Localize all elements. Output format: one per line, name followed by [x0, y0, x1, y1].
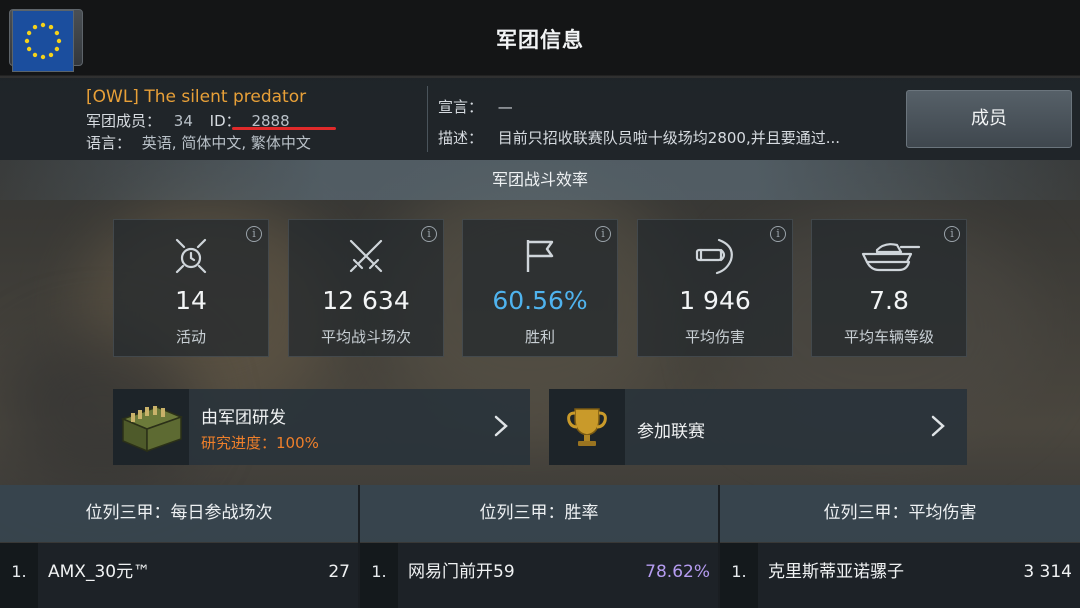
declaration-line: 宣言： —	[438, 96, 513, 117]
stat-label: 平均伤害	[684, 328, 745, 346]
divider	[427, 86, 428, 152]
shell-shield-icon	[695, 238, 733, 275]
members-label: 军团成员：	[86, 112, 162, 130]
player-name: 网易门前开59	[408, 562, 515, 582]
column-divider	[358, 485, 360, 608]
leaderboard-winrate-title: 位列三甲：胜率	[360, 485, 718, 542]
description-line: 描述： 目前只招收联赛队员啦十级场均2800,并且要通过...	[438, 127, 840, 148]
tank-icon	[861, 243, 921, 272]
stat-value: 7.8	[869, 286, 909, 315]
stat-value: 60.56%	[492, 286, 588, 315]
leaderboard-row[interactable]: 1. 网易门前开59 78.62%	[360, 543, 718, 608]
trophy-thumb	[549, 389, 625, 465]
rank-number: 1.	[0, 543, 38, 608]
stat-label: 平均车辆等级	[843, 328, 934, 346]
stat-card-avg-tier[interactable]: i 7.8 平均车辆等级	[811, 219, 967, 357]
members-button[interactable]: 成员	[906, 90, 1072, 148]
language-value: 英语, 简体中文, 繁体中文	[141, 134, 311, 152]
stat-label: 胜利	[524, 328, 555, 346]
chevron-right-icon	[494, 415, 508, 437]
column-divider	[718, 485, 720, 608]
stat-value: 12 634	[322, 286, 410, 315]
section-header: 军团战斗效率	[0, 160, 1080, 200]
trophy-icon	[567, 408, 607, 446]
leaderboard-row[interactable]: 1. AMX_30元™ 27	[0, 543, 358, 608]
leaderboard-daily-battles-title: 位列三甲：每日参战场次	[0, 485, 358, 542]
flag-icon	[526, 240, 554, 272]
clan-language-line: 语言： 英语, 简体中文, 繁体中文	[86, 132, 311, 153]
stat-card-avg-battles[interactable]: i 12 634 平均战斗场次	[288, 219, 444, 357]
activity-icon	[175, 238, 207, 274]
page-title: 军团信息	[496, 28, 584, 52]
clan-research-row[interactable]: 由军团研发 研究进度：100%	[113, 389, 530, 465]
stat-value: 1 946	[679, 286, 751, 315]
description-label: 描述：	[438, 129, 484, 147]
join-league-row[interactable]: 参加联赛	[549, 389, 967, 465]
declaration-label: 宣言：	[438, 98, 484, 116]
stat-card-avg-damage[interactable]: i 1 946 平均伤害	[637, 219, 793, 357]
leaderboard-row[interactable]: 1. 克里斯蒂亚诺骡子 3 314	[720, 543, 1080, 608]
stat-value: 14	[175, 286, 207, 315]
declaration-value: —	[497, 98, 513, 116]
stat-card-activity[interactable]: i 14 活动	[113, 219, 269, 357]
red-underline-mark	[232, 127, 336, 130]
player-name: AMX_30元™	[48, 562, 151, 582]
top-bar: 军团信息	[0, 0, 1080, 76]
clan-name: [OWL] The silent predator	[86, 87, 307, 107]
eu-flag-emblem	[12, 10, 74, 72]
section-title: 军团战斗效率	[491, 170, 588, 189]
player-score: 78.62%	[645, 562, 710, 582]
chevron-right-icon	[931, 415, 945, 437]
stat-label: 平均战斗场次	[320, 328, 411, 346]
stat-card-win-rate[interactable]: i 60.56% 胜利	[462, 219, 618, 357]
league-title: 参加联赛	[637, 422, 705, 442]
player-name: 克里斯蒂亚诺骡子	[768, 562, 904, 582]
stat-label: 活动	[175, 328, 206, 346]
research-crate-image	[113, 389, 189, 465]
description-value: 目前只招收联赛队员啦十级场均2800,并且要通过...	[497, 129, 841, 147]
rank-number: 1.	[720, 543, 758, 608]
research-progress: 研究进度：100%	[201, 434, 319, 452]
crossed-swords-icon	[349, 239, 383, 273]
player-score: 27	[328, 562, 350, 582]
player-score: 3 314	[1023, 562, 1072, 582]
language-label: 语言：	[86, 134, 132, 152]
research-title: 由军团研发	[201, 408, 286, 428]
leaderboard-damage-title: 位列三甲：平均伤害	[720, 485, 1080, 542]
rank-number: 1.	[360, 543, 398, 608]
members-count: 34	[173, 112, 193, 130]
